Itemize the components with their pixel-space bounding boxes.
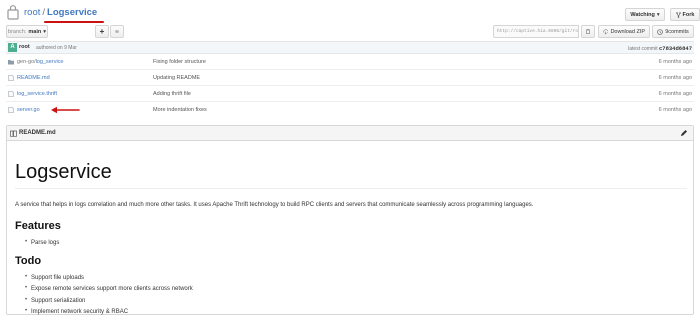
branch-label: branch: (8, 28, 27, 35)
file-table: A root authored on 9 Mar latest commit c… (6, 41, 694, 117)
repo-toolbar: branch: main ▾ + http://captive.hia.0808… (6, 25, 694, 38)
commit-meta: authored on 9 Mar (36, 44, 77, 51)
list-item: Support file uploads (25, 274, 193, 286)
download-zip-label: Download ZIP (610, 28, 645, 35)
file-age: 6 months ago (658, 75, 692, 81)
add-file-button[interactable]: + (95, 25, 109, 38)
download-icon (603, 28, 609, 34)
file-prefix: gen-go/ (17, 59, 36, 65)
view-button[interactable] (110, 25, 124, 38)
file-icon (8, 91, 14, 97)
list-item: Implement network security & RBAC (25, 308, 193, 320)
annotation-arrow-icon (51, 106, 80, 114)
plus-icon: + (99, 26, 105, 36)
eye-icon (115, 30, 119, 33)
fork-button[interactable]: Fork (670, 8, 700, 21)
commit-message[interactable]: More indentation fixes (153, 107, 207, 113)
file-icon (8, 107, 14, 113)
pencil-icon[interactable] (680, 129, 688, 137)
readme-description: A service that helps in logs correlation… (15, 202, 534, 208)
book-icon (10, 130, 17, 137)
clipboard-icon (586, 29, 590, 34)
readme-filename: README.md (19, 130, 56, 136)
copy-url-button[interactable] (581, 25, 595, 38)
branch-selector[interactable]: branch: main ▾ (6, 25, 48, 38)
file-name-link[interactable]: gen-go/log_service (17, 59, 63, 65)
list-item: Parse logs (25, 239, 59, 251)
commit-message[interactable]: Updating README (153, 75, 200, 81)
features-heading: Features (15, 220, 61, 232)
owner-link[interactable]: root (24, 7, 40, 18)
file-age: 6 months ago (658, 107, 692, 113)
commits-count: 9commits (665, 28, 689, 35)
file-row[interactable]: log_service.thrift Adding thrift file 6 … (6, 86, 694, 102)
commit-message[interactable]: Fixing folder structure (153, 59, 206, 65)
annotation-underline (44, 21, 104, 23)
path-separator: / (42, 7, 46, 18)
commit-bar: A root authored on 9 Mar latest commit c… (6, 42, 694, 54)
features-list: Parse logs (25, 239, 59, 251)
list-item: Support serialization (25, 297, 193, 309)
repo-icon (7, 5, 19, 20)
file-row[interactable]: README.md Updating README 6 months ago (6, 70, 694, 86)
latest-commit: latest commit c7834d6847 (628, 45, 692, 52)
file-name-link[interactable]: server.go (17, 107, 40, 113)
fork-icon (675, 11, 681, 18)
file-name-link[interactable]: log_service.thrift (17, 91, 57, 97)
commit-author[interactable]: root (19, 44, 30, 50)
todo-heading: Todo (15, 255, 42, 267)
commits-button[interactable]: 9commits (652, 25, 694, 38)
readme-panel: README.md Logservice A service that help… (6, 125, 694, 315)
repo-header: root / Logservice Watching ▾ Fork (6, 5, 700, 23)
chevron-down-icon: ▾ (43, 28, 46, 35)
readme-title: Logservice (15, 161, 687, 189)
file-row[interactable]: server.go More indentation fixes 6 month… (6, 102, 694, 118)
fork-label: Fork (682, 11, 695, 18)
readme-header: README.md (7, 126, 693, 141)
file-name: log_service (35, 59, 64, 65)
history-icon (657, 28, 664, 35)
file-name-link[interactable]: README.md (17, 75, 50, 81)
file-age: 6 months ago (658, 59, 692, 65)
latest-commit-label: latest commit (628, 45, 658, 52)
file-row[interactable]: gen-go/log_service Fixing folder structu… (6, 54, 694, 70)
repo-name-link[interactable]: Logservice (47, 7, 97, 18)
avatar[interactable]: A (8, 43, 17, 52)
commit-hash[interactable]: c7834d6847 (659, 45, 692, 52)
chevron-down-icon: ▾ (656, 11, 660, 18)
repo-title: root / Logservice (24, 7, 97, 18)
todo-list: Support file uploads Expose remote servi… (25, 274, 193, 320)
list-item: Expose remote services support more clie… (25, 285, 193, 297)
watch-label: Watching (630, 11, 655, 18)
file-age: 6 months ago (658, 91, 692, 97)
clone-url-input[interactable]: http://captive.hia.0808/git/root/Logserv… (493, 25, 579, 38)
branch-value: main (28, 28, 42, 35)
watch-button[interactable]: Watching ▾ (625, 8, 665, 21)
folder-icon (8, 60, 14, 65)
file-icon (8, 75, 14, 81)
download-zip-button[interactable]: Download ZIP (598, 25, 650, 38)
commit-message[interactable]: Adding thrift file (153, 91, 191, 97)
